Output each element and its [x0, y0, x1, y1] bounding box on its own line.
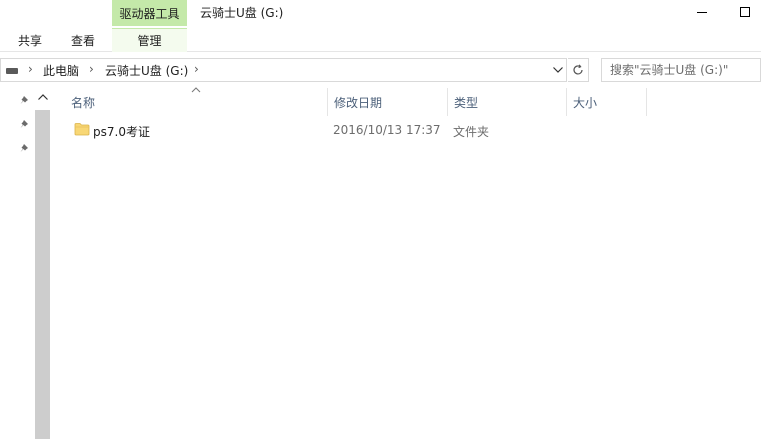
column-divider[interactable]	[646, 88, 647, 116]
folder-icon	[74, 123, 90, 136]
breadcrumb-chevron-icon[interactable]: ›	[89, 62, 94, 76]
file-type: 文件夹	[453, 125, 490, 139]
minimize-button[interactable]	[688, 0, 716, 24]
file-modified-date: 2016/10/13 17:37	[333, 123, 441, 137]
ribbon: 驱动器工具 云骑士U盘 (G:) 共享 查看 管理	[0, 0, 761, 52]
maximize-icon	[740, 7, 750, 17]
search-box[interactable]	[601, 58, 761, 82]
window-title: 云骑士U盘 (G:)	[200, 6, 284, 20]
minimize-icon	[697, 11, 707, 13]
scroll-up-button[interactable]	[35, 88, 50, 106]
file-row[interactable]: ps7.0考证 2016/10/13 17:37 文件夹	[64, 118, 646, 142]
address-bar[interactable]: › 此电脑 › 云骑士U盘 (G:) ›	[0, 58, 567, 82]
pin-icon[interactable]	[18, 94, 32, 108]
chevron-up-icon	[37, 94, 48, 100]
pin-icon[interactable]	[18, 142, 32, 156]
search-input[interactable]	[602, 59, 760, 81]
breadcrumb-drive[interactable]: 云骑士U盘 (G:)	[105, 62, 188, 79]
column-name[interactable]: 名称	[64, 88, 327, 116]
context-tab-group-label: 驱动器工具	[112, 0, 187, 26]
breadcrumb-this-pc[interactable]: 此电脑	[43, 62, 79, 79]
refresh-button[interactable]	[568, 58, 589, 82]
file-name[interactable]: ps7.0考证	[93, 123, 150, 140]
scrollbar-thumb[interactable]	[35, 110, 50, 439]
column-type[interactable]: 类型	[447, 88, 566, 116]
manage-tab-connector	[112, 51, 187, 52]
pin-icon[interactable]	[18, 118, 32, 132]
refresh-icon	[573, 64, 583, 75]
chevron-down-icon	[553, 67, 563, 73]
column-size[interactable]: 大小	[566, 88, 646, 116]
file-list: ps7.0考证 2016/10/13 17:37 文件夹	[64, 118, 761, 439]
navigation-pane	[0, 88, 50, 439]
column-header: 名称 修改日期 类型 大小	[64, 87, 761, 116]
column-modified[interactable]: 修改日期	[327, 88, 447, 116]
address-row: › 此电脑 › 云骑士U盘 (G:) ›	[0, 58, 761, 82]
tab-manage[interactable]: 管理	[112, 28, 187, 52]
tab-view[interactable]: 查看	[59, 28, 107, 52]
drive-icon	[6, 68, 18, 74]
maximize-button[interactable]	[731, 0, 759, 24]
breadcrumb-chevron-icon[interactable]: ›	[28, 62, 33, 76]
breadcrumb-chevron-icon[interactable]: ›	[194, 62, 199, 76]
address-dropdown-button[interactable]	[549, 61, 567, 79]
tab-share[interactable]: 共享	[6, 28, 54, 52]
